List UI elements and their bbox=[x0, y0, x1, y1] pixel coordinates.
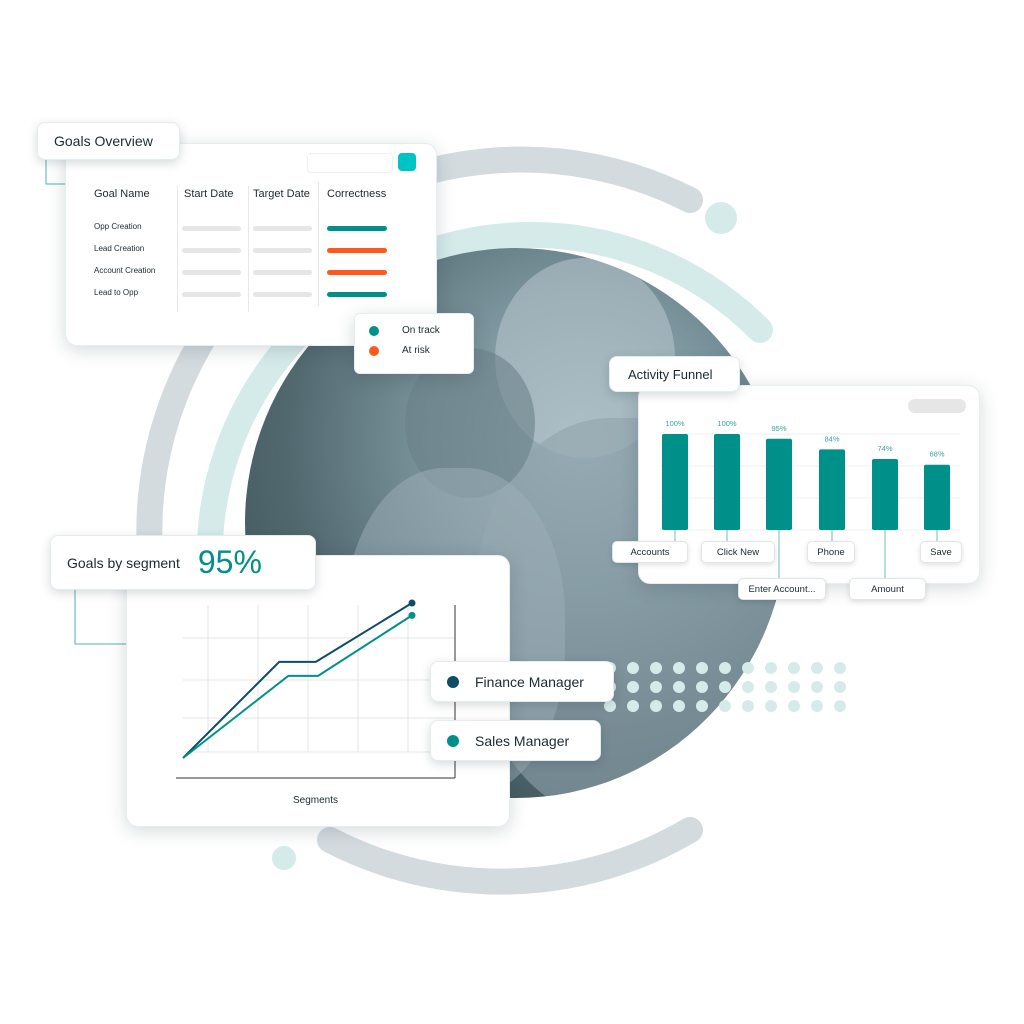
headline-percent: 95% bbox=[197, 544, 262, 580]
series-line bbox=[182, 614, 413, 759]
legend-finance-manager: Finance Manager bbox=[430, 661, 614, 702]
legend-dot bbox=[447, 675, 459, 688]
legend-sales-manager: Sales Manager bbox=[430, 720, 601, 761]
goals-line-chart bbox=[176, 599, 456, 779]
series-end-point bbox=[408, 599, 416, 607]
legend-label: Sales Manager bbox=[475, 732, 570, 749]
series-end-point bbox=[408, 611, 416, 619]
segment-title: Goals by segment bbox=[67, 554, 180, 571]
legend-dot bbox=[447, 734, 459, 747]
legend-label: Finance Manager bbox=[475, 673, 584, 690]
goals-by-segment-title: Goals by segment 95% bbox=[50, 535, 316, 590]
